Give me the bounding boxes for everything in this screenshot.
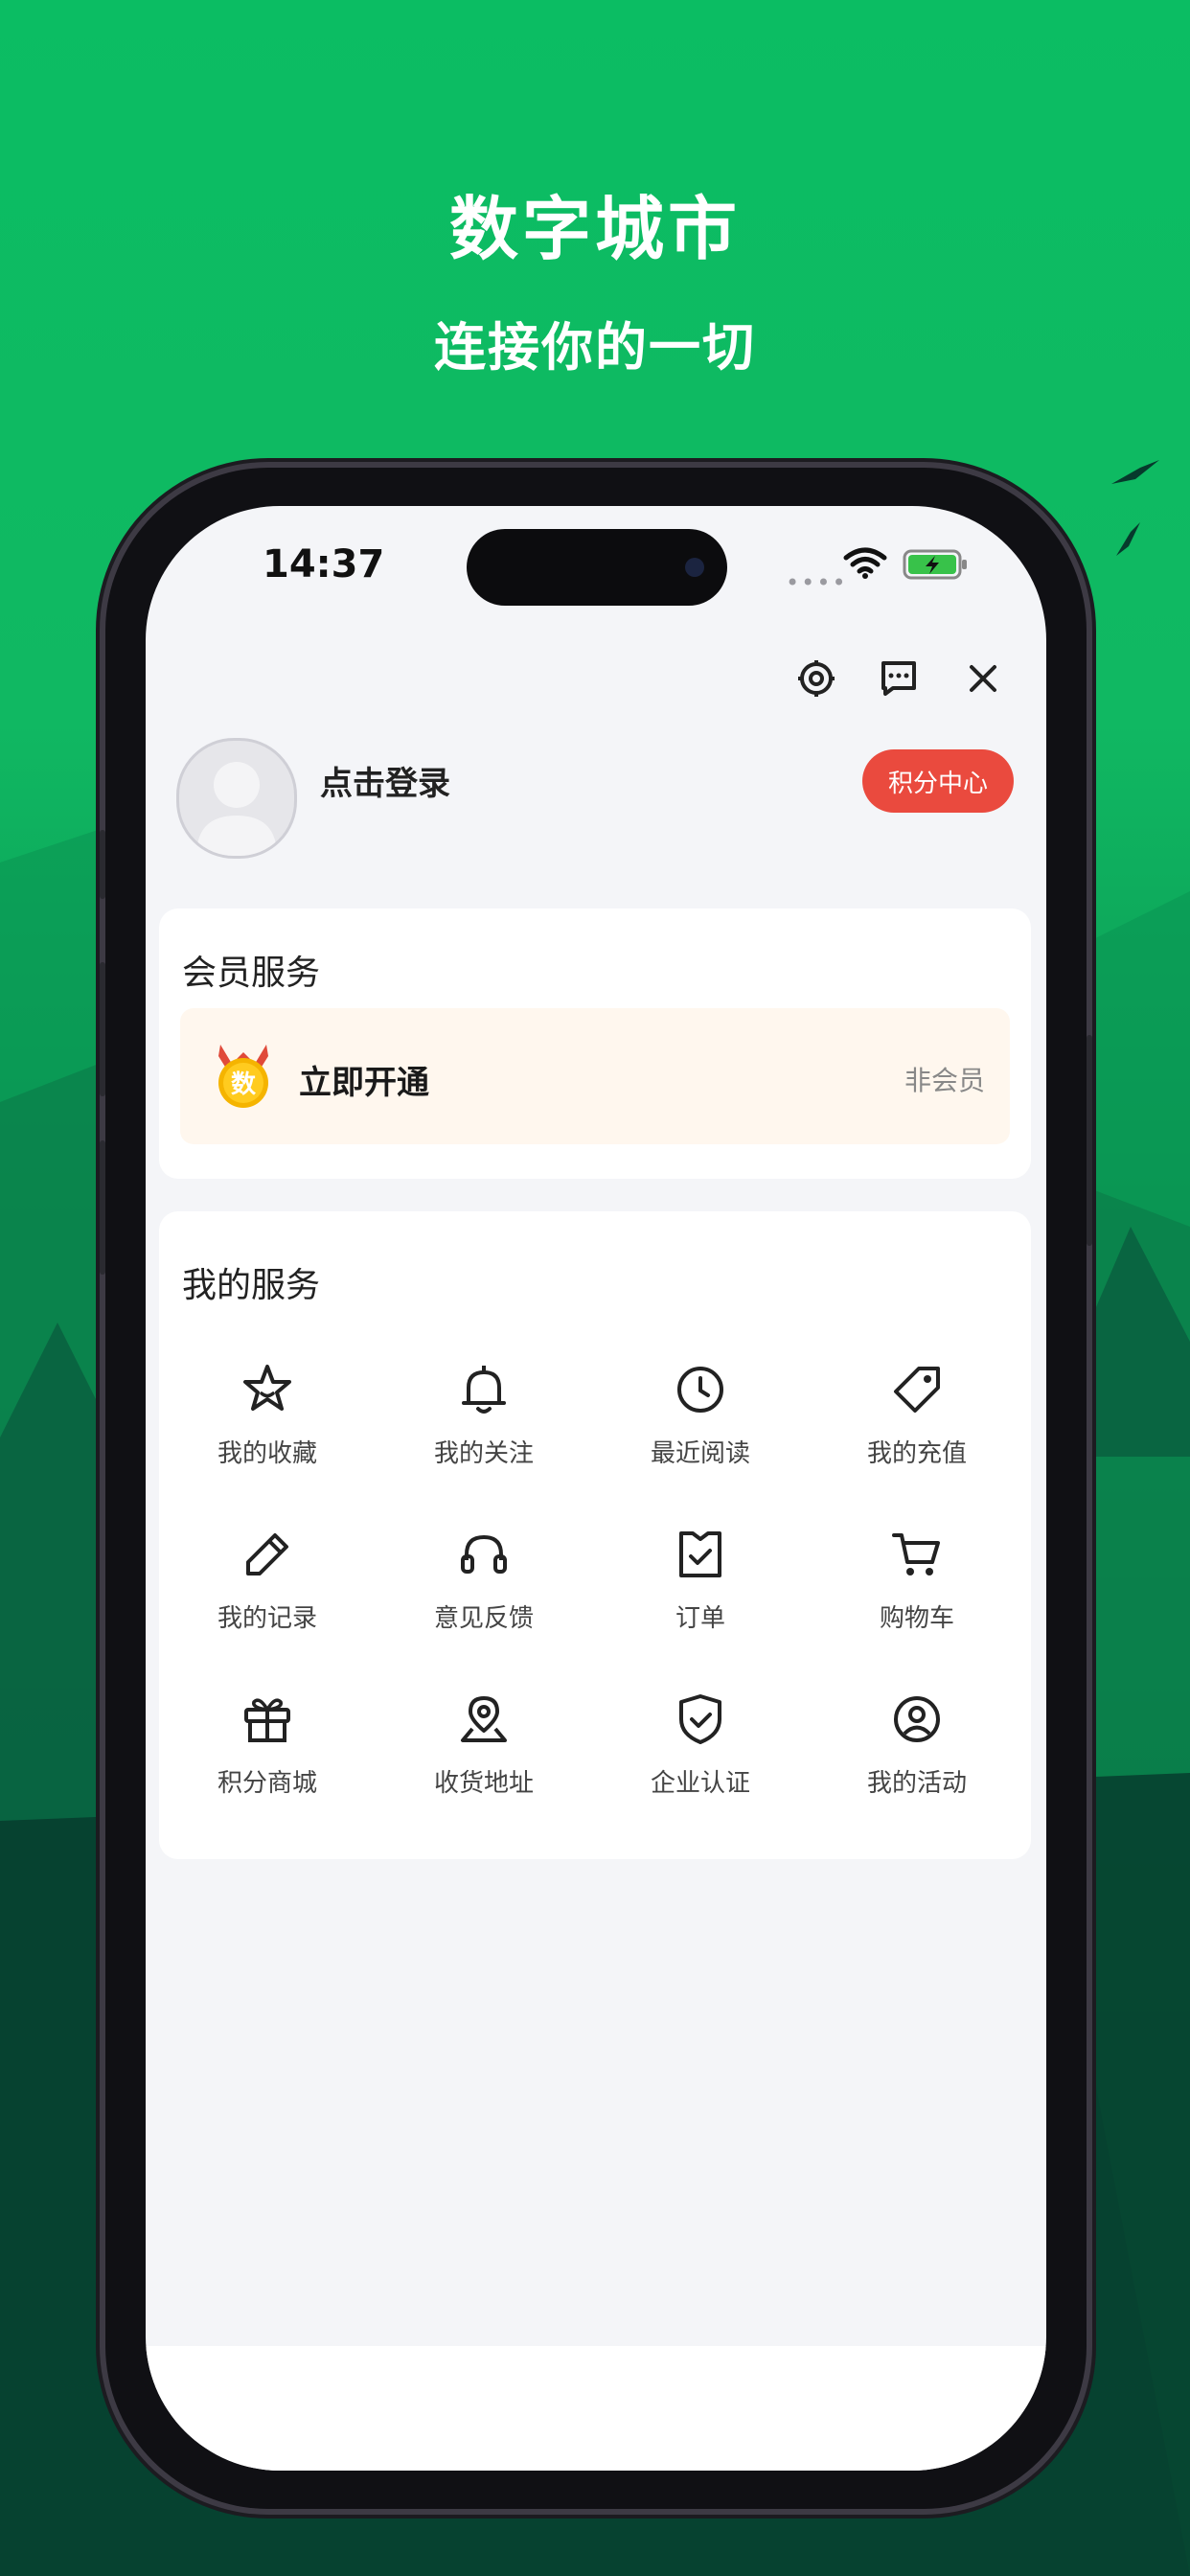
service-label: 最近阅读 bbox=[650, 1439, 750, 1468]
star-icon bbox=[243, 1365, 291, 1411]
headset-icon bbox=[461, 1534, 507, 1574]
service-favorites[interactable]: 我的收藏 bbox=[159, 1353, 376, 1497]
service-label: 企业认证 bbox=[650, 1769, 750, 1798]
phone-screen: 14:37 •••• 点击登录 积分中心 会员服务 数 立即开通 非会员 我的服… bbox=[146, 506, 1046, 2471]
service-recent-reading[interactable]: 最近阅读 bbox=[592, 1353, 809, 1497]
side-button bbox=[100, 1140, 105, 1275]
cart-icon bbox=[892, 1533, 940, 1576]
battery-icon bbox=[903, 549, 967, 580]
dynamic-island bbox=[467, 529, 727, 606]
membership-status: 非会员 bbox=[904, 1065, 985, 1096]
service-label: 我的收藏 bbox=[217, 1439, 317, 1468]
tag-icon bbox=[894, 1367, 940, 1413]
side-button bbox=[100, 962, 105, 1096]
membership-card: 会员服务 数 立即开通 非会员 bbox=[159, 908, 1031, 1179]
order-icon bbox=[679, 1531, 721, 1577]
points-center-button[interactable]: 积分中心 bbox=[862, 749, 1014, 813]
member-badge-icon: 数 bbox=[218, 1045, 268, 1108]
service-label: 收货地址 bbox=[433, 1769, 534, 1798]
side-button bbox=[1087, 1035, 1092, 1246]
membership-activate-row[interactable]: 数 立即开通 非会员 bbox=[180, 1008, 1010, 1144]
bottom-safe-area bbox=[146, 2346, 1046, 2471]
clock-icon bbox=[677, 1367, 723, 1413]
service-label: 我的关注 bbox=[433, 1439, 534, 1468]
service-label: 我的记录 bbox=[217, 1604, 317, 1633]
services-title: 我的服务 bbox=[182, 1266, 321, 1305]
close-icon[interactable] bbox=[954, 650, 1012, 707]
wifi-icon bbox=[843, 547, 887, 579]
service-enterprise-certification[interactable]: 企业认证 bbox=[592, 1683, 809, 1827]
location-icon bbox=[461, 1696, 507, 1742]
service-recharge[interactable]: 我的充值 bbox=[809, 1353, 1025, 1497]
service-label: 订单 bbox=[675, 1604, 725, 1633]
member-badge-text: 数 bbox=[231, 1070, 257, 1099]
service-label: 购物车 bbox=[879, 1604, 954, 1633]
signal-icon: •••• bbox=[786, 569, 848, 596]
service-follows[interactable]: 我的关注 bbox=[376, 1353, 592, 1497]
avatar[interactable] bbox=[176, 738, 297, 859]
camera-icon bbox=[685, 558, 704, 577]
shield-icon bbox=[679, 1694, 721, 1744]
service-label: 我的活动 bbox=[866, 1769, 967, 1798]
status-time: 14:37 bbox=[263, 542, 385, 586]
gift-icon bbox=[244, 1698, 290, 1742]
bell-icon bbox=[462, 1366, 506, 1414]
service-records[interactable]: 我的记录 bbox=[159, 1518, 376, 1662]
service-points-mall[interactable]: 积分商城 bbox=[159, 1683, 376, 1827]
hero-title: 数字城市 bbox=[448, 189, 741, 269]
login-link[interactable]: 点击登录 bbox=[320, 757, 450, 804]
service-address[interactable]: 收货地址 bbox=[376, 1683, 592, 1827]
message-icon[interactable] bbox=[870, 650, 927, 707]
service-label: 我的充值 bbox=[866, 1439, 967, 1468]
service-cart[interactable]: 购物车 bbox=[809, 1518, 1025, 1662]
service-orders[interactable]: 订单 bbox=[592, 1518, 809, 1662]
service-activities[interactable]: 我的活动 bbox=[809, 1683, 1025, 1827]
status-bar: 14:37 •••• bbox=[146, 506, 1046, 621]
hero-subtitle: 连接你的一切 bbox=[434, 317, 756, 378]
settings-icon[interactable] bbox=[788, 650, 845, 707]
membership-action-label: 立即开通 bbox=[299, 1064, 429, 1102]
user-circle-icon bbox=[894, 1696, 940, 1742]
services-card: 我的服务 我的收藏 我的关注 最近阅读 我的充值 我的记录 意见反馈 订单 购物… bbox=[159, 1211, 1031, 1859]
service-label: 意见反馈 bbox=[433, 1604, 534, 1633]
membership-title: 会员服务 bbox=[182, 954, 321, 993]
service-label: 积分商城 bbox=[217, 1769, 317, 1798]
service-feedback[interactable]: 意见反馈 bbox=[376, 1518, 592, 1662]
pencil-icon bbox=[246, 1533, 288, 1576]
side-button bbox=[100, 830, 105, 899]
